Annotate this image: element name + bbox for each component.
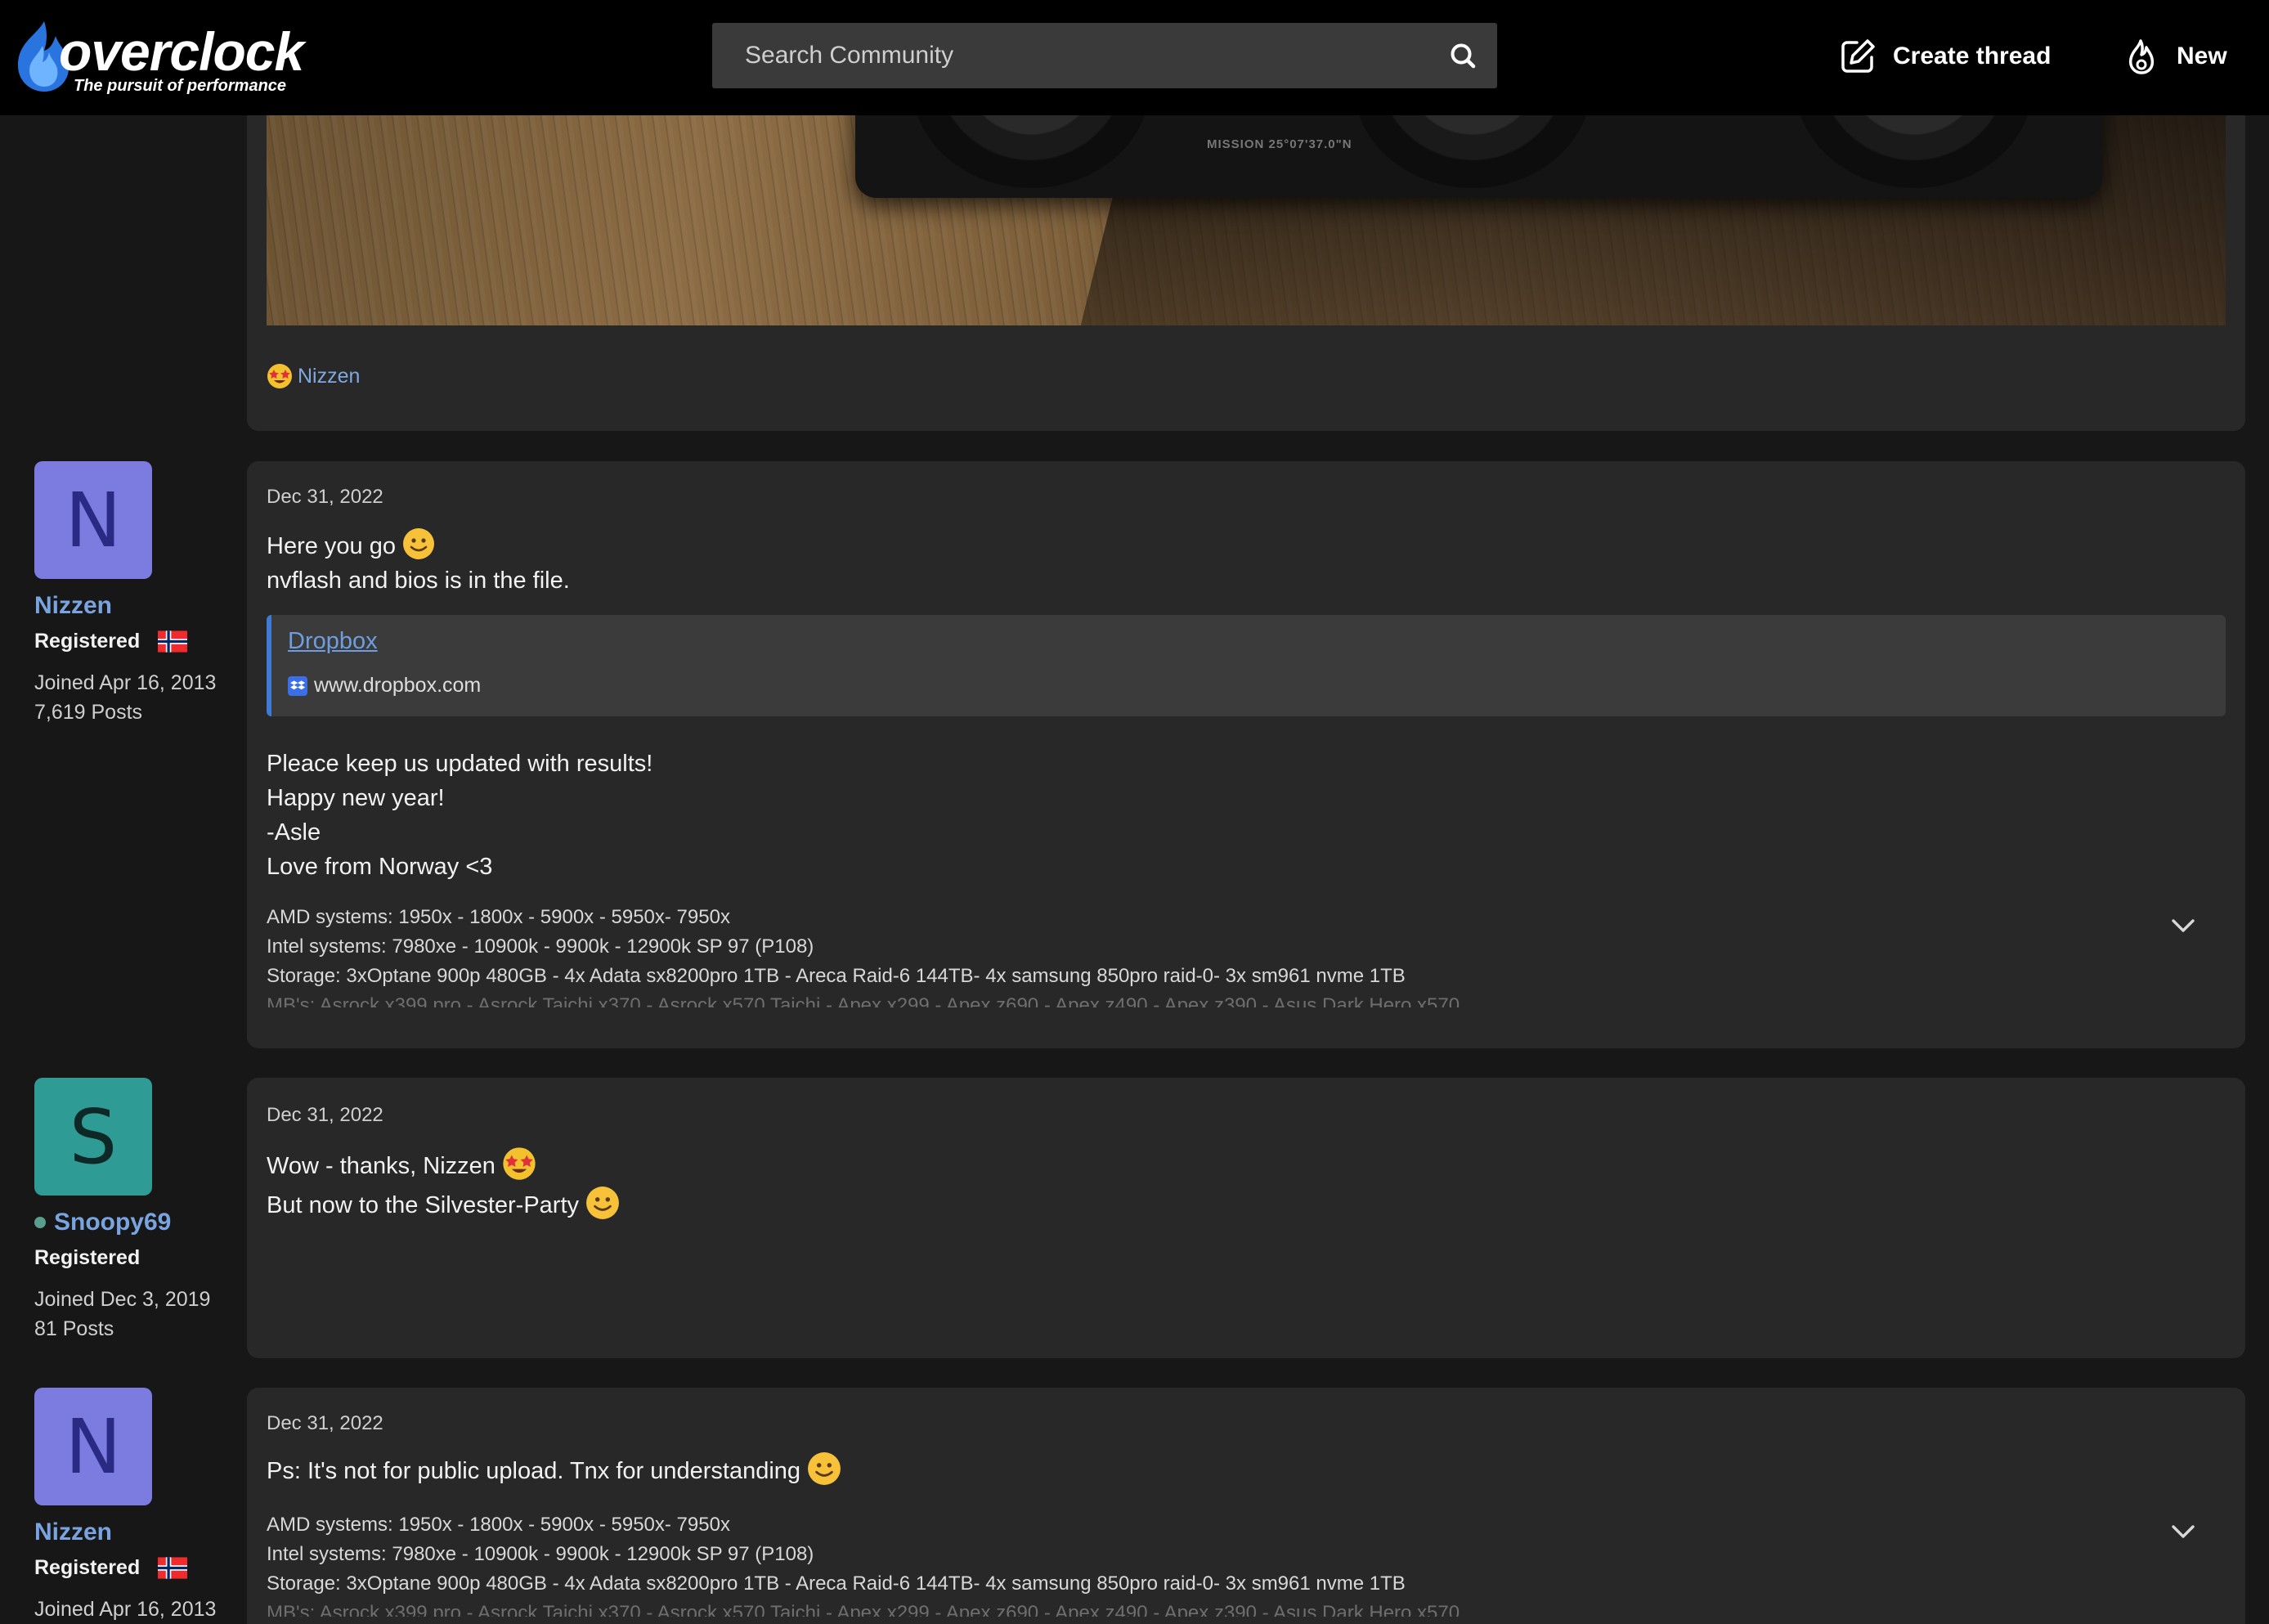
norway-flag-icon [158,1557,188,1579]
post-line: Here you go [267,528,570,563]
edit-icon [1841,39,1875,73]
fan-icon [1796,114,2033,188]
username-link[interactable]: Snoopy69 [34,1209,210,1236]
username: Nizzen [34,592,113,619]
post-body: Here you go nvflash and bios is in the f… [267,528,570,598]
post-line: Ps: It's not for public upload. Tnx for … [267,1451,841,1491]
signature-line: MB's: Asrock x399 pro - Asrock Taichi x3… [267,1602,1460,1617]
username: Nizzen [34,1519,113,1545]
new-label: New [2177,43,2227,70]
search-input[interactable] [712,23,1432,88]
chevron-down-icon[interactable] [2167,909,2199,942]
post-line: Happy new year! [267,785,445,811]
post-author: S Snoopy69 Registered Joined Dec 3, 2019… [34,1078,210,1344]
create-thread-label: Create thread [1893,43,2052,70]
signature-line: Intel systems: 7980xe - 10900k - 9900k -… [267,935,814,958]
norway-flag-icon [158,630,188,653]
post-card: Dec 31, 2022 Here you go nvflash and bio… [247,461,2245,1048]
smile-emoji-icon [586,1187,619,1220]
top-navigation-bar: overclock The pursuit of performance Cre… [0,0,2269,115]
role-label: Registered [34,1246,141,1269]
signature-line: MB's: Asrock x399 pro - Asrock Taichi x3… [267,994,1460,1007]
post-count: 81 Posts [34,1317,114,1340]
link-title[interactable]: Dropbox [288,628,378,655]
dropbox-icon [288,675,307,696]
flame-icon [2128,39,2155,74]
reaction-summary[interactable]: Nizzen [267,363,360,389]
avatar[interactable]: N [34,461,152,579]
user-role: Registered [34,630,216,653]
post-line: Pleace keep us updated with results! [267,751,653,777]
link-url: www.dropbox.com [314,674,482,697]
signature: AMD systems: 1950x - 1800x - 5900x - 595… [267,1510,2147,1617]
smile-emoji-icon [808,1452,841,1486]
post-date[interactable]: Dec 31, 2022 [267,486,383,509]
join-date: Joined Dec 3, 2019 [34,1288,211,1311]
avatar[interactable]: S [34,1078,152,1196]
post-line: But now to the Silvester-Party [267,1186,620,1225]
site-logo[interactable]: overclock The pursuit of performance [11,18,304,100]
post-text: Ps: It's not for public upload. Tnx for … [267,1458,801,1484]
post-author: N Nizzen Registered Joined Apr 16, 2013 [34,1388,216,1624]
search-icon [1451,43,1476,69]
signature-line: AMD systems: 1950x - 1800x - 5900x - 595… [267,1514,730,1536]
post-line: Wow - thanks, Nizzen [267,1146,620,1186]
avatar[interactable]: N [34,1388,152,1505]
post-text: But now to the Silvester-Party [267,1192,579,1218]
post-card: Dec 31, 2022 Ps: It's not for public upl… [247,1388,2245,1624]
signature-line: Storage: 3xOptane 900p 480GB - 4x Adata … [267,965,1406,987]
username: Snoopy69 [54,1209,172,1236]
username-link[interactable]: Nizzen [34,592,216,620]
post-body-continued: Pleace keep us updated with results! Hap… [267,747,652,884]
smile-emoji-icon [403,528,434,560]
reaction-user: Nizzen [298,364,361,388]
post-line: nvflash and bios is in the file. [267,568,570,594]
post-card: MISSION 25°07'37.0"N Nizzen [247,90,2245,431]
post-card: Dec 31, 2022 Wow - thanks, Nizzen But no… [247,1078,2245,1358]
post-count: 7,619 Posts [34,701,143,724]
post-image[interactable]: MISSION 25°07'37.0"N [267,114,2226,325]
post-body: Ps: It's not for public upload. Tnx for … [267,1451,841,1491]
link-preview[interactable]: Dropbox www.dropbox.com [267,615,2226,716]
signature-line: Intel systems: 7980xe - 10900k - 9900k -… [267,1543,814,1565]
search-button[interactable] [1445,38,1482,75]
online-status-icon [34,1217,46,1228]
fan-icon [913,114,1150,188]
signature: AMD systems: 1950x - 1800x - 5900x - 595… [267,903,2147,1007]
user-role: Registered [34,1246,210,1270]
star-struck-emoji-icon [267,364,292,388]
post-date[interactable]: Dec 31, 2022 [267,1104,383,1127]
search-bar [712,23,1497,88]
new-button[interactable]: New [2123,29,2227,83]
post-line: Love from Norway <3 [267,854,493,880]
post-text: Wow - thanks, Nizzen [267,1153,496,1179]
logo-wordmark: overclock [59,21,304,82]
user-role: Registered [34,1556,216,1580]
post-author: N Nizzen Registered Joined Apr 16, 2013 … [34,461,216,727]
fan-icon [1354,114,1591,188]
role-label: Registered [34,1556,141,1579]
signature-line: Storage: 3xOptane 900p 480GB - 4x Adata … [267,1572,1406,1595]
username-link[interactable]: Nizzen [34,1519,216,1546]
link-domain: www.dropbox.com [288,674,481,698]
chevron-down-icon[interactable] [2167,1515,2199,1548]
star-struck-emoji-icon [503,1147,536,1181]
graphics-card-photo: MISSION 25°07'37.0"N [855,114,2103,198]
card-engraving: MISSION 25°07'37.0"N [1207,137,1352,151]
logo-tagline: The pursuit of performance [74,77,287,95]
join-date: Joined Apr 16, 2013 [34,671,217,694]
post-body: Wow - thanks, Nizzen But now to the Silv… [267,1146,620,1225]
join-date: Joined Apr 16, 2013 [34,1598,217,1621]
role-label: Registered [34,630,141,653]
signature-line: AMD systems: 1950x - 1800x - 5900x - 595… [267,906,730,928]
post-date[interactable]: Dec 31, 2022 [267,1412,383,1435]
post-text: Here you go [267,533,396,559]
post-line: -Asle [267,819,321,846]
create-thread-button[interactable]: Create thread [1839,29,2051,83]
